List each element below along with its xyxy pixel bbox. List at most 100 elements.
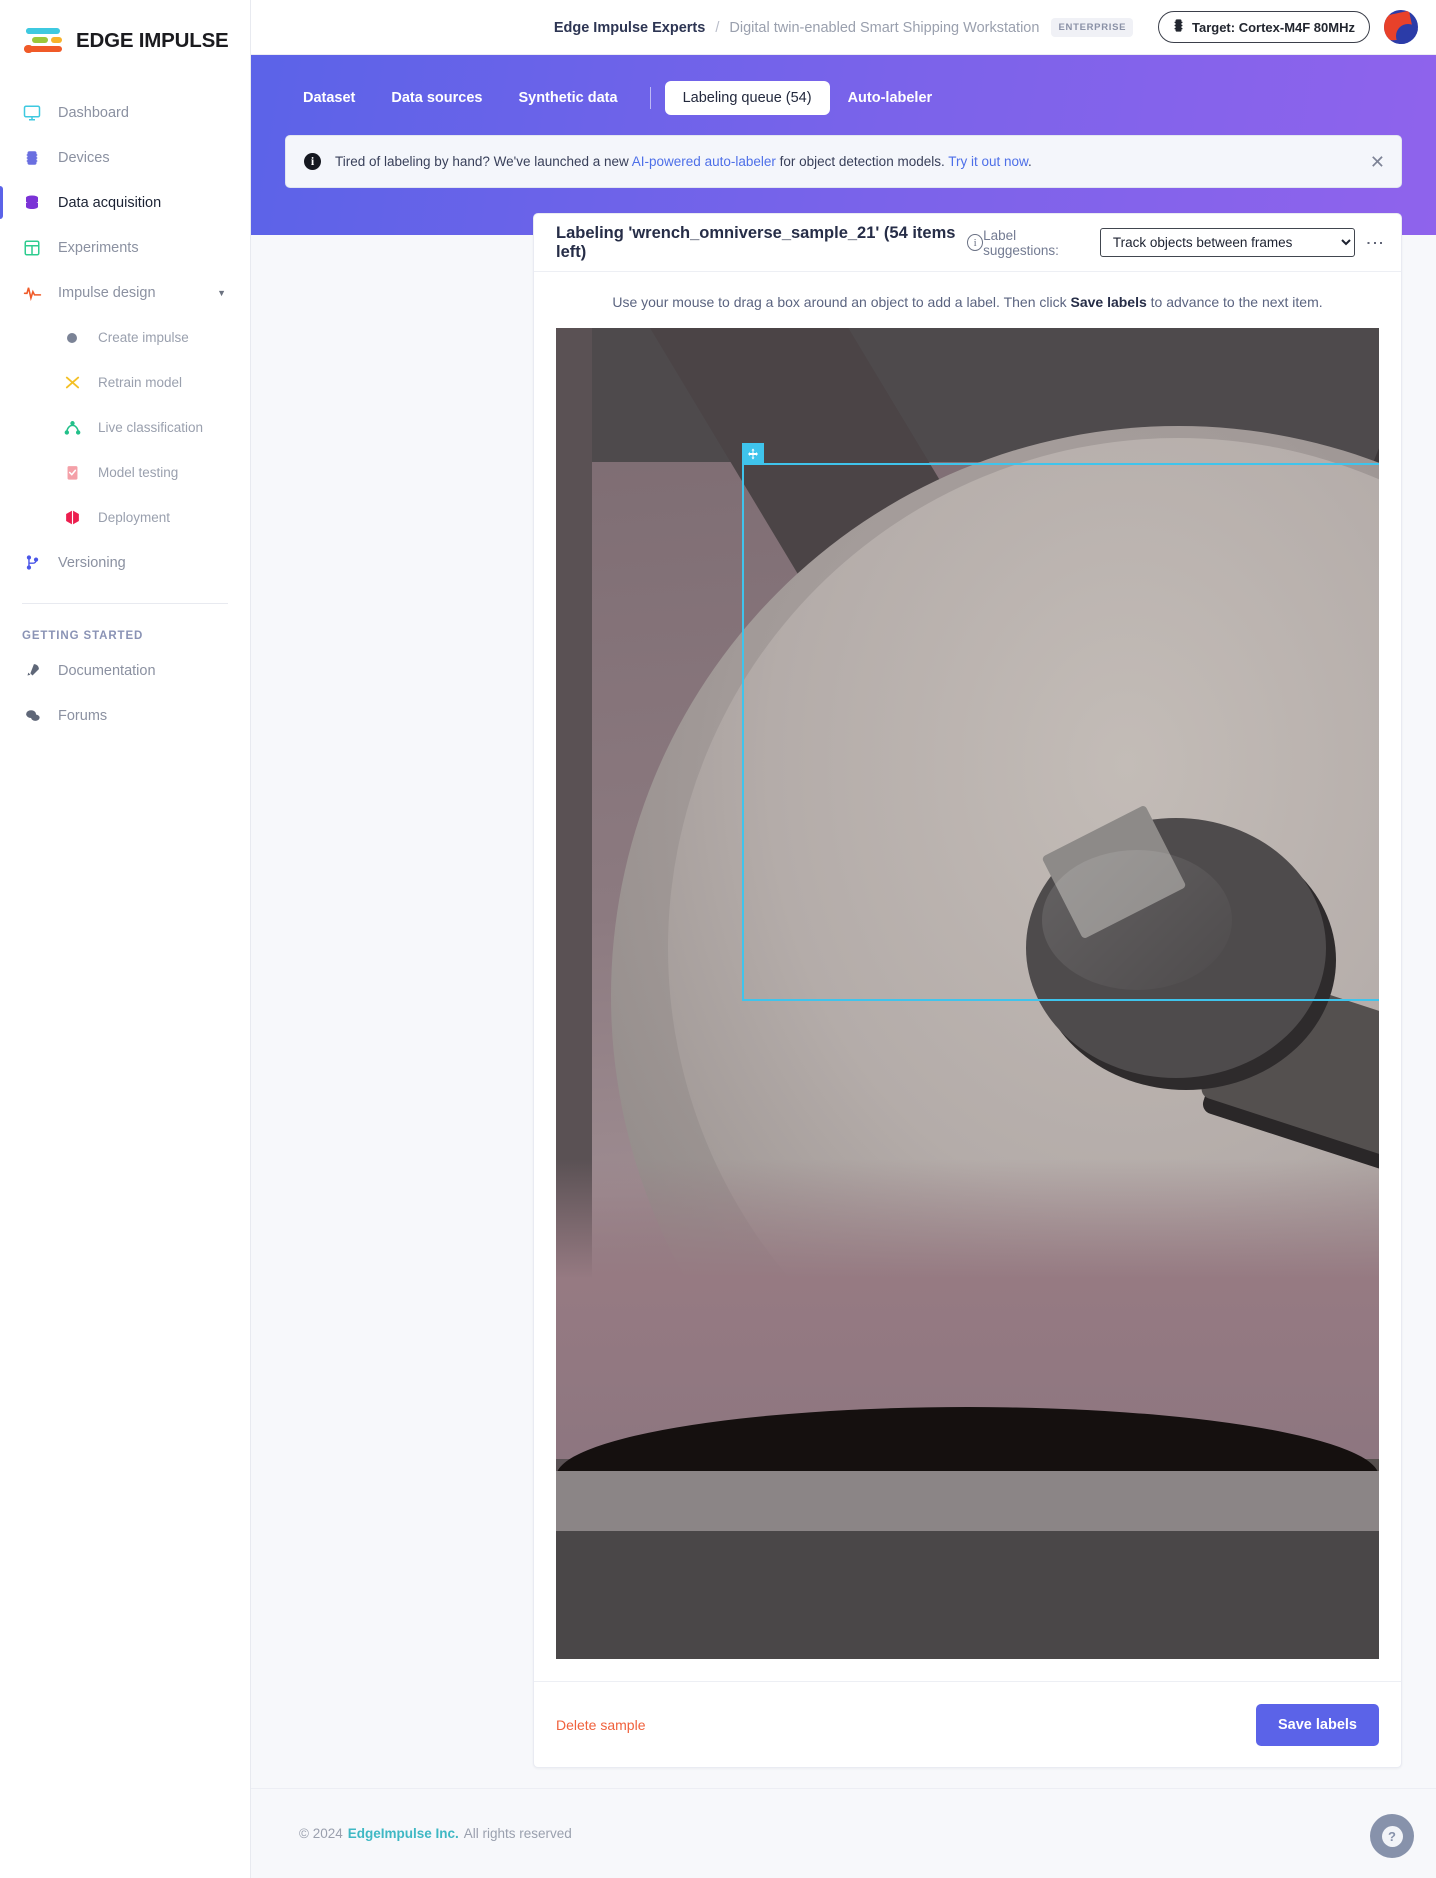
auto-labeler-link[interactable]: AI-powered auto-labeler	[632, 154, 776, 169]
hint-after: to advance to the next item.	[1147, 294, 1323, 310]
tab-synthetic-data[interactable]: Synthetic data	[500, 81, 635, 115]
page-title: Labeling 'wrench_omniverse_sample_21' (5…	[556, 224, 957, 262]
move-icon[interactable]	[742, 443, 764, 465]
sidebar-subitem-label: Live classification	[98, 420, 203, 435]
clipboard-check-icon	[62, 463, 82, 483]
footer-copyright: © 2024	[299, 1826, 343, 1841]
sidebar-subitem-label: Create impulse	[98, 330, 189, 345]
sidebar-item-create-impulse[interactable]: Create impulse	[0, 315, 250, 360]
app-root: EDGE IMPULSE Dashboard Devices	[0, 0, 1436, 1878]
hint-before: Use your mouse to drag a box around an o…	[612, 294, 1070, 310]
kebab-menu-icon[interactable]: ⋮	[1369, 234, 1379, 252]
breadcrumb-separator: /	[715, 20, 719, 36]
banner-text-before: Tired of labeling by hand? We've launche…	[335, 154, 632, 169]
chip-icon	[22, 148, 42, 168]
sidebar-subitem-label: Model testing	[98, 465, 178, 480]
avatar[interactable]	[1384, 10, 1418, 44]
banner-text-mid: for object detection models.	[776, 154, 948, 169]
sidebar-item-versioning[interactable]: Versioning	[0, 540, 250, 585]
sidebar-item-data-acquisition[interactable]: Data acquisition	[0, 180, 250, 225]
top-bar: Edge Impulse Experts / Digital twin-enab…	[251, 0, 1436, 55]
info-circle-icon[interactable]: i	[967, 234, 983, 251]
rocket-icon	[22, 661, 42, 681]
sidebar-item-label: Impulse design	[58, 285, 156, 301]
auto-labeler-banner: i Tired of labeling by hand? We've launc…	[285, 135, 1402, 188]
sidebar-item-label: Devices	[58, 150, 110, 166]
breadcrumb-org[interactable]: Edge Impulse Experts	[554, 20, 706, 36]
getting-started-title: GETTING STARTED	[0, 604, 250, 648]
close-icon[interactable]: ✕	[1370, 153, 1385, 171]
brand-logo[interactable]: EDGE IMPULSE	[0, 0, 250, 60]
sidebar-item-forums[interactable]: Forums	[0, 693, 250, 738]
primary-nav: Dashboard Devices	[0, 90, 250, 585]
network-icon	[62, 418, 82, 438]
labeling-card: Labeling 'wrench_omniverse_sample_21' (5…	[533, 213, 1402, 1768]
save-labels-button[interactable]: Save labels	[1256, 1704, 1379, 1746]
try-it-now-link[interactable]: Try it out now	[948, 154, 1028, 169]
sidebar: EDGE IMPULSE Dashboard Devices	[0, 0, 251, 1878]
monitor-icon	[22, 103, 42, 123]
labeling-card-header: Labeling 'wrench_omniverse_sample_21' (5…	[534, 214, 1401, 272]
footer-company: EdgeImpulse Inc.	[348, 1826, 459, 1841]
image-bottom-band-light	[556, 1471, 1379, 1531]
sidebar-item-label: Documentation	[58, 663, 156, 679]
sidebar-subitem-label: Deployment	[98, 510, 170, 525]
chat-icon	[22, 706, 42, 726]
info-icon: i	[304, 153, 321, 170]
label-suggestions-label: Label suggestions:	[983, 228, 1086, 258]
labeling-card-footer: Delete sample Save labels	[534, 1681, 1401, 1767]
page-footer: © 2024 EdgeImpulse Inc. All rights reser…	[251, 1788, 1436, 1878]
pulse-icon	[22, 283, 42, 303]
image-bottom-band	[556, 1531, 1379, 1659]
labeling-image-canvas[interactable]: wrench	[556, 328, 1379, 1659]
main-content: Edge Impulse Experts / Digital twin-enab…	[251, 0, 1436, 1878]
tab-divider	[650, 87, 651, 109]
sidebar-subitem-label: Retrain model	[98, 375, 182, 390]
brand-name: EDGE IMPULSE	[76, 29, 229, 53]
sidebar-item-live-classification[interactable]: Live classification	[0, 405, 250, 450]
sidebar-item-label: Data acquisition	[58, 195, 161, 211]
bounding-box[interactable]: wrench	[742, 463, 1379, 1001]
tab-dataset[interactable]: Dataset	[285, 81, 373, 115]
top-bar-actions: Target: Cortex-M4F 80MHz	[1158, 10, 1418, 44]
target-button-label: Target: Cortex-M4F 80MHz	[1192, 20, 1355, 35]
sidebar-item-experiments[interactable]: Experiments	[0, 225, 250, 270]
delete-sample-button[interactable]: Delete sample	[556, 1717, 646, 1733]
grid-icon	[22, 238, 42, 258]
label-suggestions-select[interactable]: Track objects between frames Classify us…	[1100, 228, 1355, 257]
target-button[interactable]: Target: Cortex-M4F 80MHz	[1158, 11, 1370, 43]
circle-icon	[62, 328, 82, 348]
sidebar-item-dashboard[interactable]: Dashboard	[0, 90, 250, 135]
tab-labeling-queue[interactable]: Labeling queue (54)	[665, 81, 830, 115]
edge-impulse-logo-icon	[22, 26, 66, 56]
box-icon	[62, 508, 82, 528]
sidebar-item-impulse-design[interactable]: Impulse design ▼	[0, 270, 250, 315]
shuffle-icon	[62, 373, 82, 393]
sidebar-item-label: Forums	[58, 708, 107, 724]
footer-rights: All rights reserved	[464, 1826, 572, 1841]
database-icon	[22, 193, 42, 213]
sidebar-item-devices[interactable]: Devices	[0, 135, 250, 180]
sidebar-item-label: Versioning	[58, 555, 126, 571]
tab-data-sources[interactable]: Data sources	[373, 81, 500, 115]
hint-bold: Save labels	[1070, 294, 1146, 310]
banner-text: Tired of labeling by hand? We've launche…	[335, 154, 1032, 169]
labeling-hint: Use your mouse to drag a box around an o…	[534, 272, 1401, 328]
tab-auto-labeler[interactable]: Auto-labeler	[830, 81, 951, 115]
chevron-down-icon[interactable]: ▼	[217, 288, 226, 298]
chip-icon	[1173, 18, 1184, 36]
help-icon: ?	[1382, 1826, 1403, 1847]
sidebar-item-model-testing[interactable]: Model testing	[0, 450, 250, 495]
plan-badge: ENTERPRISE	[1051, 18, 1133, 37]
sidebar-item-label: Experiments	[58, 240, 139, 256]
breadcrumb-project[interactable]: Digital twin-enabled Smart Shipping Work…	[729, 20, 1039, 36]
sidebar-item-documentation[interactable]: Documentation	[0, 648, 250, 693]
git-branch-icon	[22, 553, 42, 573]
sidebar-item-deployment[interactable]: Deployment	[0, 495, 250, 540]
sidebar-item-label: Dashboard	[58, 105, 129, 121]
sidebar-item-retrain-model[interactable]: Retrain model	[0, 360, 250, 405]
banner-text-after: .	[1028, 154, 1032, 169]
labeling-card-header-actions: Label suggestions: Track objects between…	[983, 228, 1379, 258]
help-button[interactable]: ?	[1370, 1814, 1414, 1858]
page-header-band: Dataset Data sources Synthetic data Labe…	[251, 55, 1436, 235]
